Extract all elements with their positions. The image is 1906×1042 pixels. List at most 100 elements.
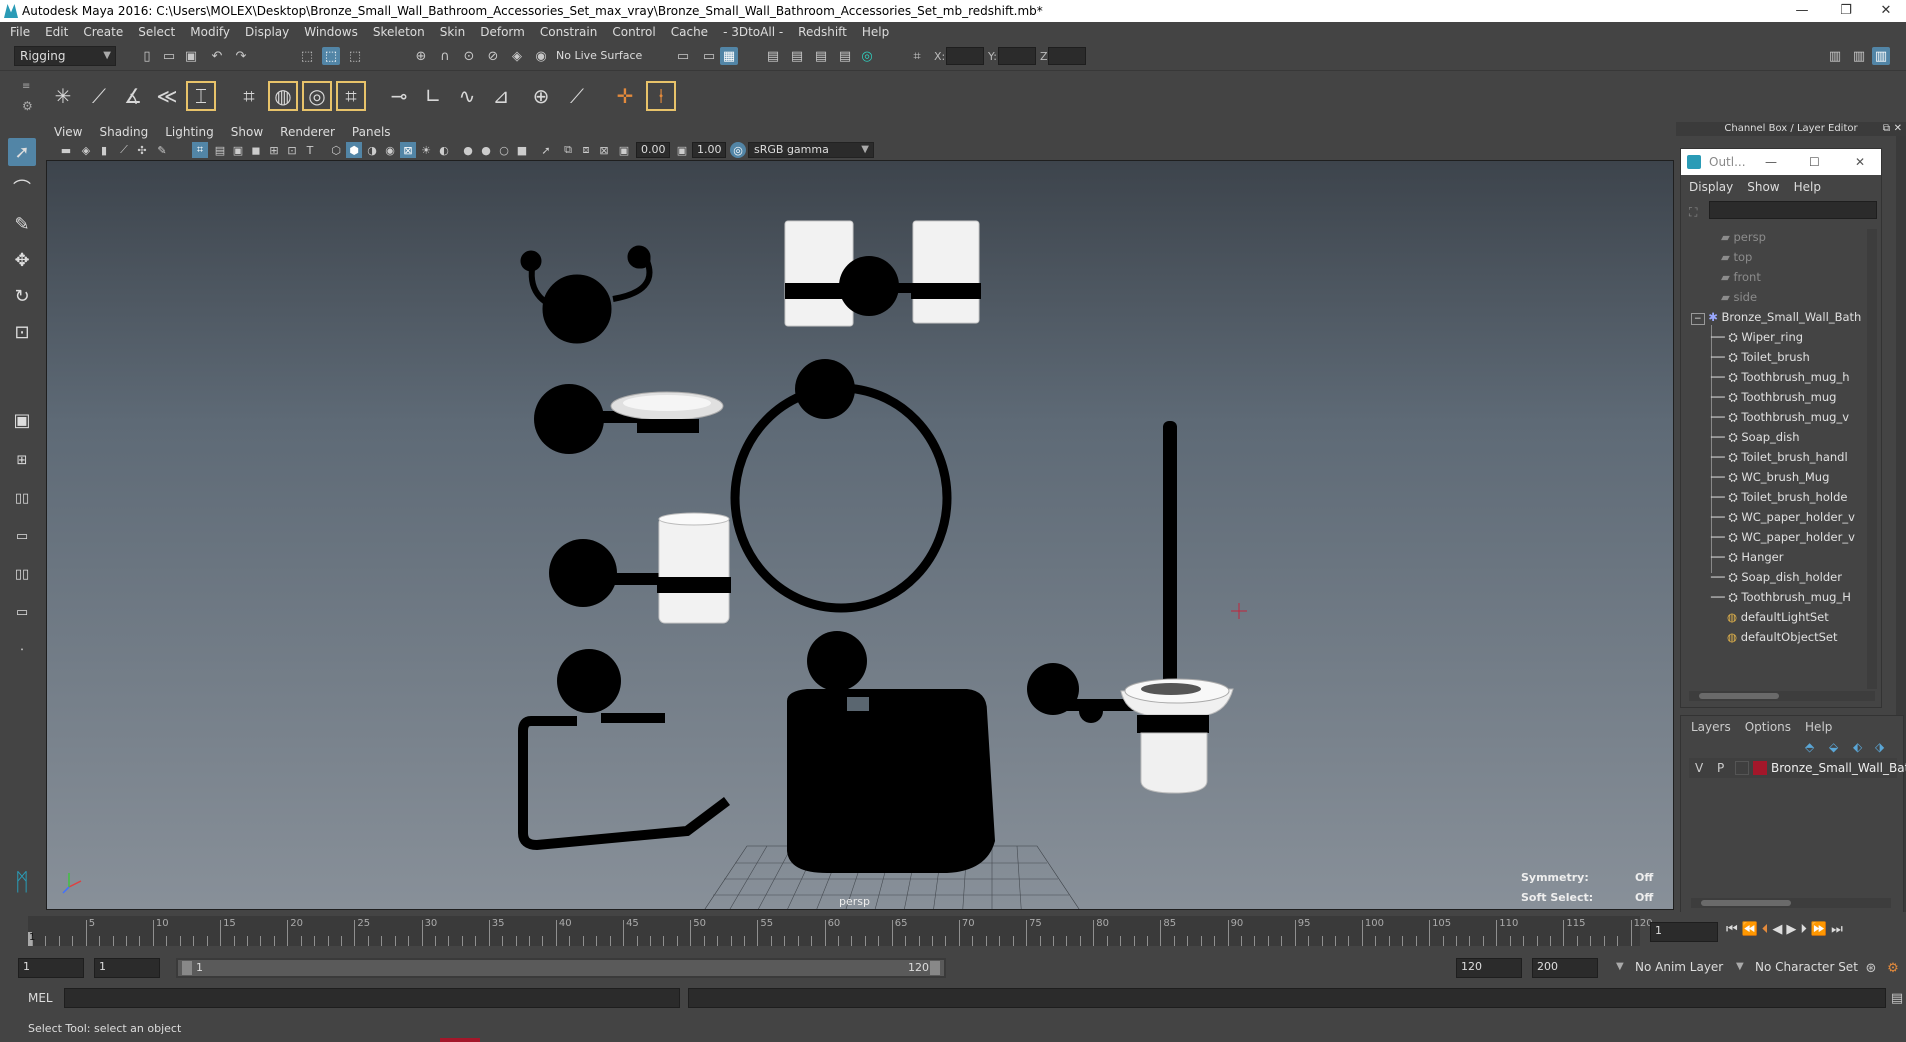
outliner-set-light[interactable]: ◍ defaultLightSet <box>1727 607 1829 627</box>
new-scene-icon[interactable]: ▯ <box>138 47 156 65</box>
step-back-key-icon[interactable]: ⏴ <box>1762 922 1769 937</box>
locator-icon[interactable]: ⌶ <box>186 81 216 111</box>
exposure-icon[interactable]: ▣ <box>616 142 632 158</box>
collapse-icon[interactable]: − <box>1691 313 1705 325</box>
outliner-item[interactable]: ── ⛭ WC_brush_Mug <box>1711 467 1829 487</box>
safe-title-icon[interactable]: T <box>302 142 318 158</box>
animation-preferences-icon[interactable]: ⚙ <box>1884 959 1902 977</box>
anim-layer-dropdown[interactable]: ▼ No Anim Layer <box>1616 958 1736 978</box>
select-camera-icon[interactable]: ▬ <box>58 142 74 158</box>
film-gate-icon[interactable]: ▤ <box>212 142 228 158</box>
outliner-menu-help[interactable]: Help <box>1794 180 1821 194</box>
construction-history-icon[interactable]: ▦ <box>720 47 738 65</box>
range-slider[interactable]: 1 120 <box>176 958 946 978</box>
command-input[interactable] <box>64 988 680 1008</box>
multisample-aa-icon[interactable]: ● <box>478 142 494 158</box>
color-space-dropdown[interactable]: sRGB gamma ▼ <box>748 142 874 158</box>
close-button[interactable]: ✕ <box>1864 0 1906 22</box>
range-start-grip[interactable] <box>182 961 192 975</box>
layer-playback-toggle[interactable]: P <box>1717 761 1724 775</box>
select-component-icon[interactable]: ⬚ <box>346 47 364 65</box>
go-to-end-icon[interactable]: ⏭ <box>1831 922 1843 937</box>
outliner-item[interactable]: ── ⛭ Soap_dish <box>1711 427 1800 447</box>
motion-blur-icon[interactable]: ● <box>460 142 476 158</box>
bind-skin-icon[interactable]: ⊸ <box>384 81 414 111</box>
character-set-dropdown[interactable]: ▼ No Character Set <box>1736 958 1860 978</box>
use-all-lights-icon[interactable]: ⊠ <box>400 142 416 158</box>
bookmark-icon[interactable]: ▮ <box>96 142 112 158</box>
isolate-select-icon[interactable]: ■ <box>514 142 530 158</box>
range-end-grip[interactable] <box>930 961 940 975</box>
outliner-close-button[interactable]: ✕ <box>1855 149 1865 175</box>
outliner-item[interactable]: ── ⛭ Soap_dish_holder <box>1711 567 1842 587</box>
gate-mask-icon[interactable]: ◼ <box>248 142 264 158</box>
current-frame-field[interactable]: 1 <box>1650 922 1718 942</box>
cluster-icon[interactable]: ⌗ <box>234 81 264 111</box>
textured-icon[interactable]: ◉ <box>382 142 398 158</box>
viewport-menu-panels[interactable]: Panels <box>352 125 391 139</box>
menu-skin[interactable]: Skin <box>440 25 466 39</box>
menu-constrain[interactable]: Constrain <box>540 25 598 39</box>
menu-display[interactable]: Display <box>245 25 289 39</box>
open-scene-icon[interactable]: ▭ <box>160 47 178 65</box>
layer-menu-options[interactable]: Options <box>1745 720 1791 734</box>
live-surface-label[interactable]: No Live Surface <box>556 49 642 62</box>
color-management-icon[interactable]: ◎ <box>730 142 746 158</box>
paint-weights-icon[interactable]: ∿ <box>452 81 482 111</box>
render-settings-icon[interactable]: ▤ <box>812 47 830 65</box>
range-slider-handle[interactable]: 1 120 <box>178 960 944 976</box>
scale-tool-icon[interactable]: ⊡ <box>8 318 36 346</box>
snap-curve-icon[interactable]: ∩ <box>436 47 454 65</box>
camera-attributes-icon[interactable]: ◈ <box>78 142 94 158</box>
menu-deform[interactable]: Deform <box>480 25 525 39</box>
outliner-camera-side[interactable]: ▰ side <box>1721 287 1757 307</box>
safe-action-icon[interactable]: ⊡ <box>284 142 300 158</box>
time-slider-bar[interactable]: 5 10 15 20 25 30 35 40 45 50 55 60 65 70 75 80 85 90 95 100… <box>28 916 1653 946</box>
point-constraint-icon[interactable]: ⊕ <box>526 81 556 111</box>
shadows-icon[interactable]: ☀ <box>418 142 434 158</box>
outliner-group-node[interactable]: − ✱ Bronze_Small_Wall_Bath <box>1691 307 1861 327</box>
screen-space-ao-icon[interactable]: ◐ <box>436 142 452 158</box>
menu-edit[interactable]: Edit <box>45 25 68 39</box>
gamma-icon[interactable]: ▣ <box>674 142 690 158</box>
lattice-icon[interactable]: ◍ <box>268 81 298 111</box>
persp-graph-layout-icon[interactable]: ▭ <box>8 522 36 550</box>
snap-point-icon[interactable]: ⊙ <box>460 47 478 65</box>
animation-start-field[interactable]: 1 <box>18 958 84 978</box>
exposure-field[interactable]: 0.00 <box>636 142 670 158</box>
joint-tool-icon[interactable]: ✳ <box>48 81 78 111</box>
outliner-filter-icon[interactable]: ⛶ <box>1689 205 1697 220</box>
layer-menu-help[interactable]: Help <box>1805 720 1832 734</box>
new-layer-selected-icon[interactable]: ⬗ <box>1875 740 1884 754</box>
xray-icon[interactable]: ➚ <box>538 142 554 158</box>
move-layer-down-icon[interactable]: ⬙ <box>1829 740 1838 754</box>
grid-icon[interactable]: ⌗ <box>192 142 208 158</box>
image-plane-icon[interactable]: ⟋ <box>116 142 132 158</box>
smooth-bind-icon[interactable]: ∟ <box>418 81 448 111</box>
playback-end-field[interactable]: 120 <box>1456 958 1522 978</box>
go-to-start-icon[interactable]: ⏮ <box>1726 922 1738 937</box>
resolution-gate-icon[interactable]: ▣ <box>230 142 246 158</box>
step-back-frame-icon[interactable]: ⏪ <box>1742 922 1758 937</box>
aim-constraint-icon[interactable]: ⟋ <box>562 81 592 111</box>
z-field[interactable] <box>1048 47 1086 65</box>
viewport-menu-lighting[interactable]: Lighting <box>165 125 214 139</box>
outliner-item[interactable]: ── ⛭ Toilet_brush_holde <box>1711 487 1847 507</box>
input-ops-icon[interactable]: ▭ <box>674 47 692 65</box>
xray-active-components-icon[interactable]: ⧈ <box>578 142 594 158</box>
layer-display-type[interactable] <box>1735 761 1749 775</box>
grease-pencil-icon[interactable]: ✎ <box>154 142 170 158</box>
command-language-label[interactable]: MEL <box>28 991 53 1005</box>
ik-handle-icon[interactable]: ⟋ <box>84 81 114 111</box>
outliner-item[interactable]: ── ⛭ Hanger <box>1711 547 1783 567</box>
shelf-tabs-handle-icon[interactable]: ≡ <box>22 81 30 92</box>
step-forward-key-icon[interactable]: ⏵ <box>1800 922 1807 937</box>
new-layer-icon[interactable]: ⬖ <box>1853 740 1862 754</box>
menu-3dtoall[interactable]: - 3DtoAll - <box>723 25 783 39</box>
outliner-horizontal-scrollbar[interactable] <box>1689 691 1875 701</box>
x-field[interactable] <box>946 47 984 65</box>
outliner-item[interactable]: ── ⛭ WC_paper_holder_v <box>1711 527 1855 547</box>
field-chart-icon[interactable]: ⊞ <box>266 142 282 158</box>
redshift-render-icon[interactable]: ◎ <box>858 47 876 65</box>
menu-control[interactable]: Control <box>612 25 655 39</box>
